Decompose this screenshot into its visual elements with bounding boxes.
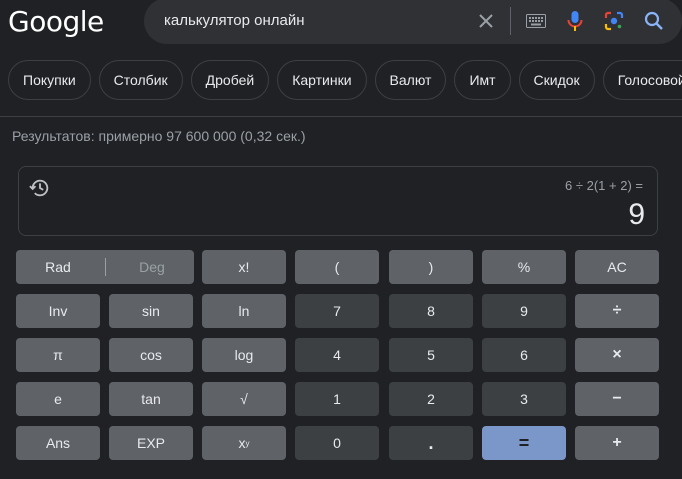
close-icon[interactable]	[474, 9, 498, 33]
ln-button[interactable]: ln	[202, 294, 286, 328]
right-paren-button[interactable]: )	[389, 250, 473, 284]
left-paren-button[interactable]: (	[295, 250, 379, 284]
equals-button[interactable]: =	[482, 426, 566, 460]
cos-button[interactable]: cos	[109, 338, 193, 372]
search-divider	[510, 7, 511, 35]
chip-currency[interactable]: Валют	[374, 60, 447, 100]
keyboard-icon[interactable]	[524, 9, 548, 33]
lens-icon[interactable]	[602, 9, 626, 33]
digit-6-button[interactable]: 6	[482, 338, 566, 372]
rad-deg-separator	[104, 258, 106, 276]
decimal-button[interactable]: .	[389, 426, 473, 460]
digit-9-button[interactable]: 9	[482, 294, 566, 328]
log-button[interactable]: log	[202, 338, 286, 372]
divide-button[interactable]: ÷	[575, 294, 659, 328]
rad-button[interactable]: Rad	[16, 259, 100, 275]
header-divider	[0, 116, 682, 117]
chip-fractions[interactable]: Дробей	[190, 60, 270, 100]
chip-shopping[interactable]: Покупки	[8, 60, 91, 100]
google-logo[interactable]: Google	[8, 4, 104, 40]
plus-button[interactable]: +	[575, 426, 659, 460]
all-clear-button[interactable]: AC	[575, 250, 659, 284]
percent-button[interactable]: %	[482, 250, 566, 284]
rad-deg-toggle: Rad Deg	[16, 250, 194, 284]
chip-discounts[interactable]: Скидок	[518, 60, 595, 100]
digit-8-button[interactable]: 8	[389, 294, 473, 328]
digit-0-button[interactable]: 0	[295, 426, 379, 460]
calculator-result: 9	[628, 198, 645, 231]
e-button[interactable]: e	[16, 382, 100, 416]
calculator-display: 6 ÷ 2(1 + 2) = 9	[18, 166, 658, 236]
digit-7-button[interactable]: 7	[295, 294, 379, 328]
digit-4-button[interactable]: 4	[295, 338, 379, 372]
search-input[interactable]: калькулятор онлайн	[164, 0, 464, 44]
power-base: x	[238, 435, 246, 451]
digit-3-button[interactable]: 3	[482, 382, 566, 416]
search-icon[interactable]	[642, 9, 666, 33]
history-icon[interactable]	[29, 177, 51, 199]
chip-voice[interactable]: Голосовой	[602, 60, 682, 100]
sqrt-button[interactable]: √	[202, 382, 286, 416]
digit-5-button[interactable]: 5	[389, 338, 473, 372]
digit-2-button[interactable]: 2	[389, 382, 473, 416]
tan-button[interactable]: tan	[109, 382, 193, 416]
chip-images[interactable]: Картинки	[277, 60, 367, 100]
deg-button[interactable]: Deg	[110, 259, 194, 275]
chip-bmi[interactable]: Имт	[454, 60, 511, 100]
power-button[interactable]: xy	[202, 426, 286, 460]
microphone-icon[interactable]	[563, 9, 587, 33]
inverse-button[interactable]: Inv	[16, 294, 100, 328]
search-chips: Покупки Столбик Дробей Картинки Валют Им…	[8, 60, 682, 100]
search-bar[interactable]: калькулятор онлайн	[144, 0, 682, 44]
power-exponent: y	[245, 438, 250, 448]
results-stats: Результатов: примерно 97 600 000 (0,32 с…	[12, 128, 306, 144]
exp-button[interactable]: EXP	[109, 426, 193, 460]
multiply-button[interactable]: ×	[575, 338, 659, 372]
calculator-expression: 6 ÷ 2(1 + 2) =	[565, 178, 643, 193]
sin-button[interactable]: sin	[109, 294, 193, 328]
minus-button[interactable]: −	[575, 382, 659, 416]
pi-button[interactable]: π	[16, 338, 100, 372]
factorial-button[interactable]: x!	[202, 250, 286, 284]
digit-1-button[interactable]: 1	[295, 382, 379, 416]
answer-button[interactable]: Ans	[16, 426, 100, 460]
chip-column[interactable]: Столбик	[98, 60, 183, 100]
